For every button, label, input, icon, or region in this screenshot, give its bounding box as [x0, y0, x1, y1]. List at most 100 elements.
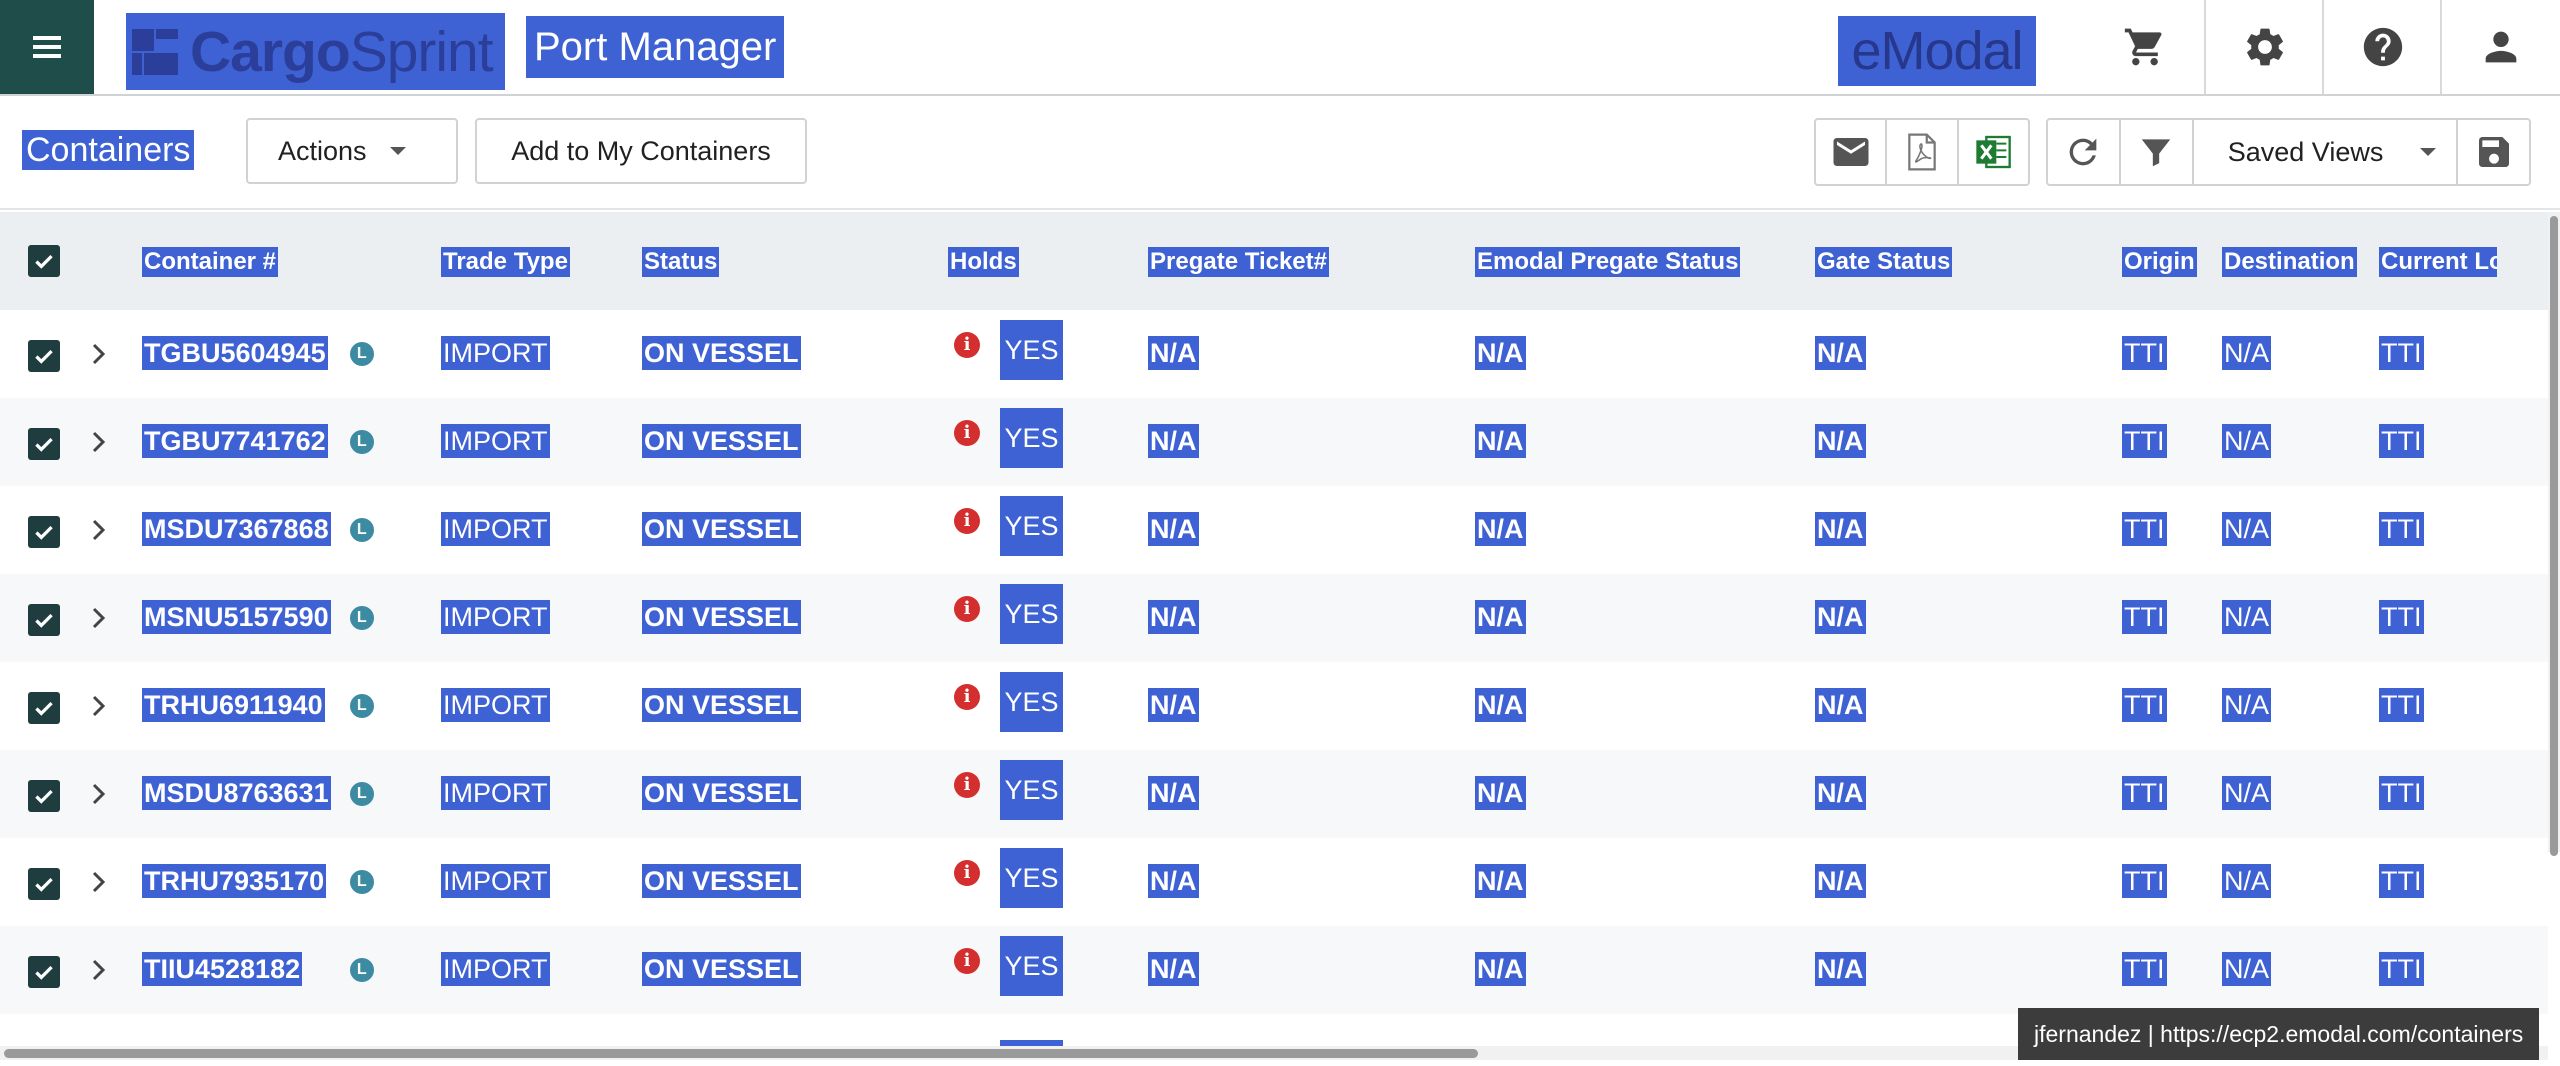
excel-export-button[interactable]: [1959, 120, 2028, 184]
hamburger-menu-button[interactable]: [0, 0, 94, 94]
filter-button[interactable]: [2121, 120, 2194, 184]
row-checkbox[interactable]: [28, 868, 60, 900]
holds-yes-chip[interactable]: YES: [1000, 760, 1063, 820]
hold-alert-icon[interactable]: i: [954, 860, 980, 886]
pdf-export-button[interactable]: [1887, 120, 1959, 184]
table-row[interactable]: TGBU7741762 L IMPORT ON VESSEL N/A N/A N/A TTI N…: [0, 398, 2548, 486]
container-number-cell[interactable]: TGBU7741762: [142, 424, 328, 458]
emodal-logo[interactable]: eModal: [1838, 16, 2036, 86]
help-icon: [2363, 27, 2403, 67]
user-button[interactable]: [2440, 0, 2560, 94]
chevron-right-icon[interactable]: [88, 956, 110, 984]
line-badge-icon[interactable]: L: [349, 606, 374, 630]
table-row[interactable]: TIIU4528182 L IMPORT ON VESSEL N/A N/A N/A TTI N…: [0, 926, 2548, 1014]
vertical-scrollbar[interactable]: [2548, 212, 2560, 856]
chevron-right-icon[interactable]: [88, 780, 110, 808]
table-row[interactable]: MSNU5157590 L IMPORT ON VESSEL N/A N/A N/A TTI N…: [0, 574, 2548, 662]
row-checkbox[interactable]: [28, 516, 60, 548]
vertical-scrollbar-thumb[interactable]: [2550, 216, 2558, 856]
save-view-button[interactable]: [2458, 120, 2529, 184]
line-badge-icon[interactable]: L: [349, 430, 374, 454]
holds-yes-chip[interactable]: YES: [1000, 320, 1063, 380]
row-checkbox[interactable]: [28, 956, 60, 988]
trade-type-cell: IMPORT: [441, 512, 550, 546]
line-badge-icon[interactable]: L: [349, 782, 374, 806]
hold-alert-icon[interactable]: i: [954, 420, 980, 446]
email-button[interactable]: [1816, 120, 1888, 184]
container-number-cell[interactable]: MSNU5157590: [142, 600, 331, 634]
chevron-right-icon[interactable]: [88, 604, 110, 632]
cargosprint-logo[interactable]: CargoSprint: [126, 13, 505, 90]
table-row[interactable]: TGBU5604945 L IMPORT ON VESSEL N/A N/A N/A TTI N…: [0, 310, 2548, 398]
column-header-status[interactable]: Status: [642, 247, 720, 277]
container-number-cell[interactable]: MSDU8763631: [142, 776, 331, 810]
holds-yes-chip[interactable]: YES: [1000, 408, 1063, 468]
cart-button[interactable]: [2086, 0, 2204, 94]
checkmark-icon: [35, 877, 53, 892]
add-to-my-containers-label: Add to My Containers: [511, 135, 771, 166]
row-checkbox[interactable]: [28, 692, 60, 724]
row-checkbox[interactable]: [28, 780, 60, 812]
table-row[interactable]: MSDU7367868 L IMPORT ON VESSEL N/A N/A N/A TTI N…: [0, 486, 2548, 574]
chevron-right-icon[interactable]: [88, 428, 110, 456]
column-header-container[interactable]: Container #: [142, 247, 279, 277]
row-checkbox[interactable]: [28, 340, 60, 372]
row-checkbox[interactable]: [28, 604, 60, 636]
gate-status-cell: N/A: [1815, 952, 1866, 986]
holds-yes-chip[interactable]: YES: [1000, 936, 1063, 996]
column-header-pregate-ticket[interactable]: Pregate Ticket#: [1148, 247, 1329, 277]
table-row[interactable]: MSDU8763631 L IMPORT ON VESSEL N/A N/A N/A TTI N…: [0, 750, 2548, 838]
emodal-pregate-status-cell: N/A: [1475, 776, 1526, 810]
select-all-checkbox[interactable]: [28, 245, 60, 277]
help-button[interactable]: [2322, 0, 2442, 94]
saved-views-dropdown[interactable]: Saved Views: [2194, 120, 2459, 184]
hold-alert-icon[interactable]: i: [954, 508, 980, 534]
gear-icon: [2247, 28, 2283, 66]
line-badge-icon[interactable]: L: [349, 342, 374, 366]
status-cell: ON VESSEL: [642, 688, 801, 722]
excel-icon: [1976, 135, 2012, 169]
settings-button[interactable]: [2204, 0, 2324, 94]
pregate-ticket-cell: N/A: [1148, 424, 1199, 458]
column-header-origin[interactable]: Origin: [2122, 247, 2197, 277]
container-number-cell[interactable]: TGBU5604945: [142, 336, 328, 370]
checkmark-icon: [35, 349, 53, 364]
chevron-right-icon[interactable]: [88, 692, 110, 720]
actions-dropdown[interactable]: Actions: [246, 118, 458, 184]
line-badge-icon[interactable]: L: [349, 518, 374, 542]
table-row[interactable]: TRHU7935170 L IMPORT ON VESSEL N/A N/A N/A TTI N…: [0, 838, 2548, 926]
holds-yes-chip[interactable]: YES: [1000, 496, 1063, 556]
holds-yes-chip[interactable]: YES: [1000, 848, 1063, 908]
container-number-cell[interactable]: TRHU7935170: [142, 864, 327, 898]
column-header-current-location[interactable]: Current Loc: [2379, 247, 2497, 277]
container-number-cell[interactable]: TRHU6911940: [142, 688, 325, 722]
column-header-gate-status[interactable]: Gate Status: [1815, 247, 1953, 277]
pdf-icon: [1908, 133, 1936, 171]
container-number-cell[interactable]: TIIU4528182: [142, 952, 303, 986]
add-to-my-containers-button[interactable]: Add to My Containers: [475, 118, 807, 184]
line-badge-icon[interactable]: L: [349, 870, 374, 894]
horizontal-scrollbar-thumb[interactable]: [4, 1049, 1478, 1058]
hold-alert-icon[interactable]: i: [954, 948, 980, 974]
hold-alert-icon[interactable]: i: [954, 772, 980, 798]
caret-down-icon: [389, 147, 406, 155]
container-number: TGBU5604945: [144, 338, 326, 368]
hold-alert-icon[interactable]: i: [954, 332, 980, 358]
column-header-destination[interactable]: Destination: [2222, 247, 2357, 277]
container-number-cell[interactable]: MSDU7367868: [142, 512, 331, 546]
row-checkbox[interactable]: [28, 428, 60, 460]
column-header-holds[interactable]: Holds: [948, 247, 1019, 277]
hold-alert-icon[interactable]: i: [954, 684, 980, 710]
column-header-trade-type[interactable]: Trade Type: [441, 247, 570, 277]
chevron-right-icon[interactable]: [88, 868, 110, 896]
chevron-right-icon[interactable]: [88, 340, 110, 368]
chevron-right-icon[interactable]: [88, 516, 110, 544]
line-badge-icon[interactable]: L: [349, 958, 374, 982]
table-row[interactable]: TRHU6911940 L IMPORT ON VESSEL N/A N/A N/A TTI N…: [0, 662, 2548, 750]
column-header-emodal-pregate-status[interactable]: Emodal Pregate Status: [1475, 247, 1741, 277]
hold-alert-icon[interactable]: i: [954, 596, 980, 622]
line-badge-icon[interactable]: L: [349, 694, 374, 718]
holds-yes-chip[interactable]: YES: [1000, 672, 1063, 732]
refresh-button[interactable]: [2048, 120, 2121, 184]
holds-yes-chip[interactable]: YES: [1000, 584, 1063, 644]
